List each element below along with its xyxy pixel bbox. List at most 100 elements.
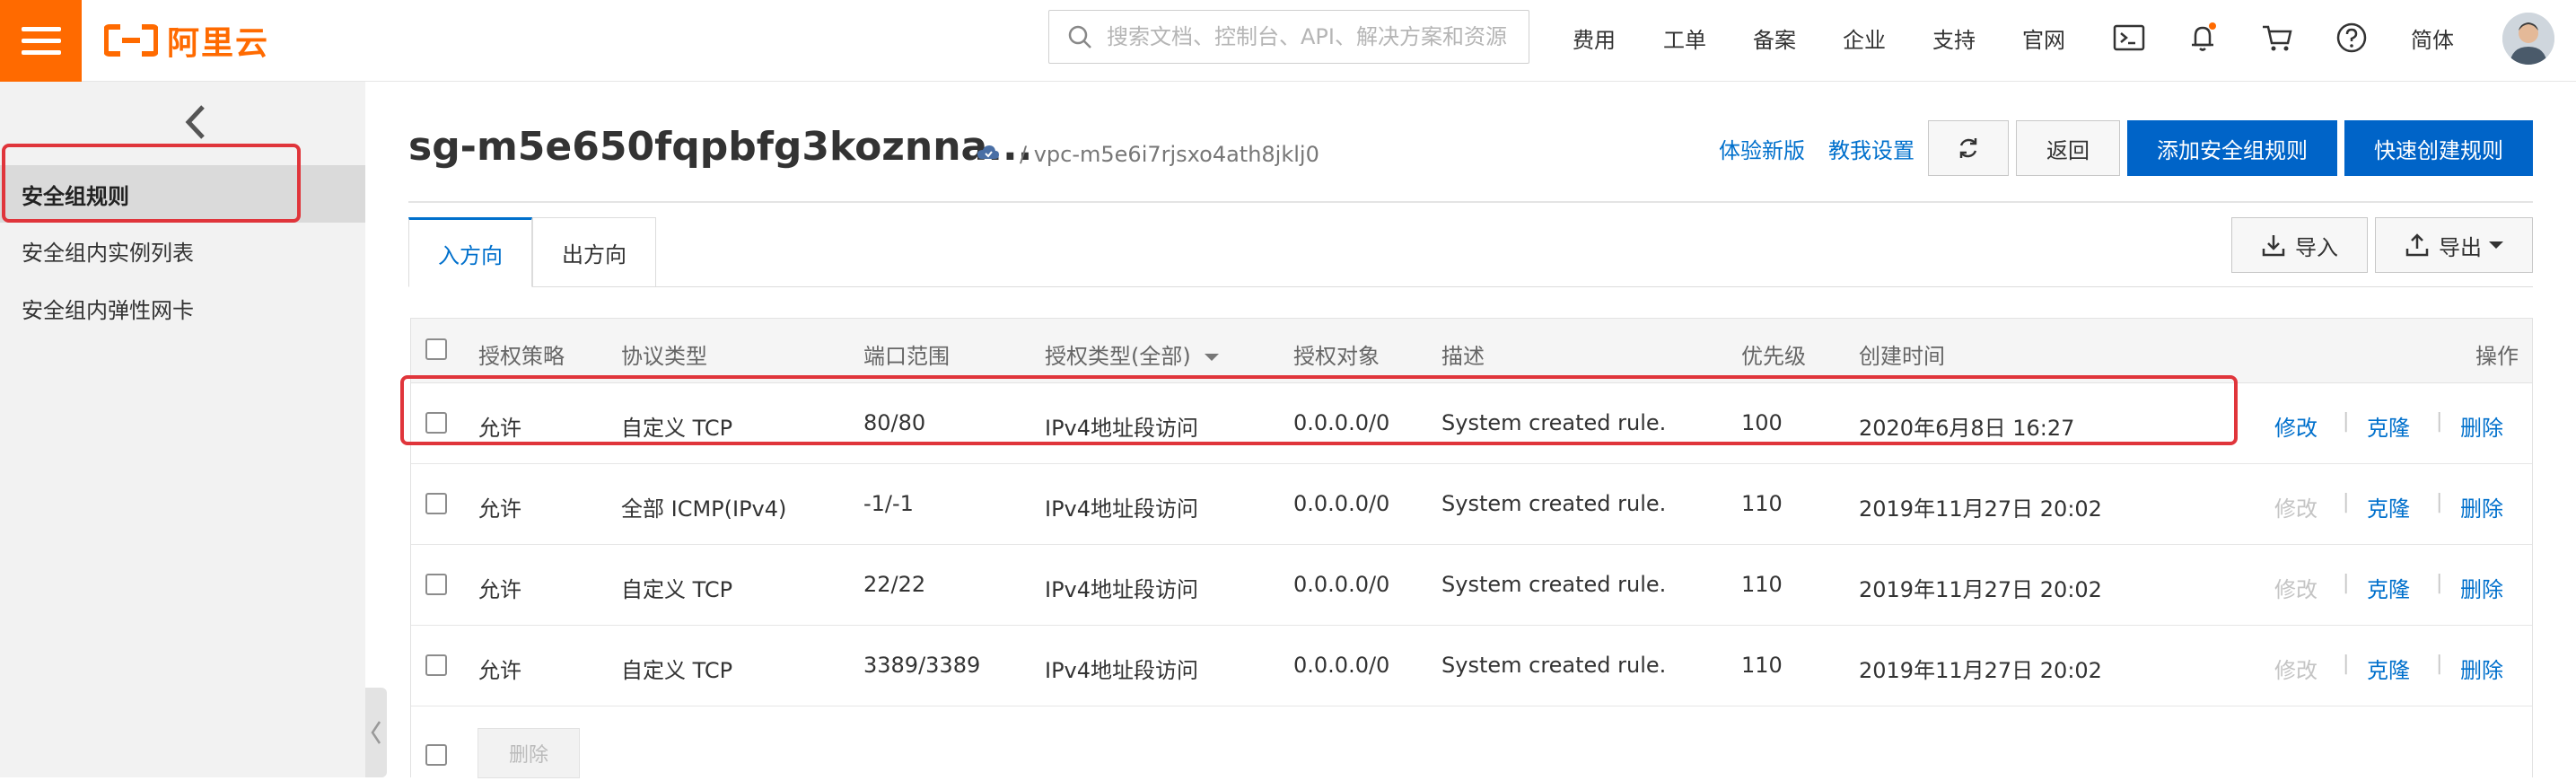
sidebar-item-label: 安全组内弹性网卡 (22, 297, 194, 323)
batch-delete-button: 删除 (478, 728, 580, 778)
col-desc: 描述 (1441, 344, 1485, 369)
op-separator: | (2436, 410, 2443, 433)
table-row: 允许 自定义 TCP 3389/3389 IPv4地址段访问 0.0.0.0/0… (411, 626, 2532, 706)
user-avatar-icon (2502, 13, 2554, 65)
back-button[interactable]: 返回 (2016, 120, 2120, 176)
cell-policy: 允许 (478, 496, 521, 522)
clone-button[interactable]: 克隆 (2367, 491, 2410, 522)
cell-target: 0.0.0.0/0 (1293, 572, 1390, 597)
cell-auth-type: IPv4地址段访问 (1045, 577, 1199, 602)
nav-icp[interactable]: 备案 (1753, 0, 1796, 75)
tab-inbound[interactable]: 入方向 (408, 217, 532, 287)
tab-baseline (408, 286, 2533, 287)
export-label: 导出 (2439, 234, 2482, 260)
top-bar: 阿里云 费用 工单 备案 企业 支持 官网 简体 (0, 0, 2576, 82)
row-checkbox[interactable] (425, 412, 447, 434)
import-label: 导入 (2295, 234, 2338, 260)
op-separator: | (2343, 572, 2350, 594)
export-dropdown[interactable]: 导出 (2375, 217, 2533, 273)
cell-policy: 允许 (478, 416, 521, 441)
col-policy: 授权策略 (478, 344, 565, 369)
delete-button[interactable]: 删除 (2460, 572, 2503, 603)
cell-port: -1/-1 (863, 491, 914, 516)
modify-button: 修改 (2274, 496, 2318, 522)
cell-policy: 允许 (478, 577, 521, 602)
modify-button[interactable]: 修改 (2274, 410, 2318, 442)
delete-button[interactable]: 删除 (2460, 410, 2503, 442)
cell-auth-type: IPv4地址段访问 (1045, 416, 1199, 441)
table-row: 允许 自定义 TCP 22/22 IPv4地址段访问 0.0.0.0/0 Sys… (411, 545, 2532, 626)
col-port: 端口范围 (863, 344, 950, 369)
select-all-checkbox[interactable] (425, 338, 447, 360)
cell-protocol: 自定义 TCP (621, 416, 733, 441)
refresh-icon (1959, 138, 1977, 158)
nav-tickets[interactable]: 工单 (1663, 0, 1706, 75)
footer-select-all-checkbox[interactable] (425, 744, 447, 766)
search-input[interactable] (1105, 23, 1518, 50)
nav-fees[interactable]: 费用 (1573, 0, 1616, 75)
tab-outbound[interactable]: 出方向 (532, 217, 656, 287)
col-auth-type-filter[interactable]: 授权类型(全部) (1045, 338, 1220, 370)
cell-auth-type: IPv4地址段访问 (1045, 496, 1199, 522)
avatar[interactable] (2502, 13, 2554, 65)
cell-created: 2019年11月27日 20:02 (1859, 496, 2102, 522)
op-separator: | (2436, 572, 2443, 594)
col-protocol: 协议类型 (621, 344, 707, 369)
terminal-icon[interactable] (2111, 20, 2147, 56)
search-icon (1068, 25, 1091, 48)
cell-priority: 110 (1741, 653, 1783, 678)
header-divider (408, 201, 2533, 203)
language-switch[interactable]: 简体 (2411, 0, 2454, 75)
menu-icon[interactable] (0, 0, 82, 82)
sidebar-toggle-handle[interactable] (365, 688, 387, 777)
sidebar-item-instance-list[interactable]: 安全组内实例列表 (0, 222, 365, 279)
add-rule-button[interactable]: 添加安全组规则 (2127, 120, 2337, 176)
help-icon[interactable] (2334, 20, 2370, 56)
table-header: 授权策略 协议类型 端口范围 授权类型(全部) 授权对象 描述 优先级 创建时间… (411, 319, 2532, 383)
row-checkbox[interactable] (425, 493, 447, 514)
delete-button[interactable]: 删除 (2460, 491, 2503, 522)
cell-desc: System created rule. (1441, 572, 1667, 597)
nav-official-site[interactable]: 官网 (2022, 0, 2065, 75)
cell-priority: 110 (1741, 491, 1783, 516)
clone-button[interactable]: 克隆 (2367, 653, 2410, 684)
cell-priority: 100 (1741, 410, 1783, 435)
sidebar-item-eni[interactable]: 安全组内弹性网卡 (0, 279, 365, 337)
try-new-version-link[interactable]: 体验新版 (1719, 133, 1805, 164)
sidebar: 安全组规则 安全组内实例列表 安全组内弹性网卡 (0, 82, 365, 777)
teach-me-link[interactable]: 教我设置 (1828, 133, 1914, 164)
cloud-icon[interactable] (977, 144, 1000, 162)
quick-create-button[interactable]: 快速创建规则 (2344, 120, 2533, 176)
bell-icon[interactable] (2185, 20, 2221, 56)
aliyun-logo[interactable]: 阿里云 (104, 18, 269, 63)
global-search[interactable] (1048, 10, 1529, 64)
caret-down-icon (2489, 241, 2503, 249)
nav-enterprise[interactable]: 企业 (1843, 0, 1886, 75)
row-checkbox[interactable] (425, 574, 447, 595)
clone-button[interactable]: 克隆 (2367, 572, 2410, 603)
page-title: sg-m5e650fqpbfg3koznna... (408, 124, 1033, 170)
op-separator: | (2436, 653, 2443, 675)
cell-port: 3389/3389 (863, 653, 981, 678)
op-separator: | (2343, 410, 2350, 433)
modify-button: 修改 (2274, 577, 2318, 602)
nav-support[interactable]: 支持 (1932, 0, 1976, 75)
refresh-button[interactable] (1928, 120, 2009, 176)
col-auth-type: 授权类型(全部) (1045, 344, 1191, 369)
chevron-left-icon[interactable] (178, 101, 214, 143)
vpc-id[interactable]: / vpc-m5e6i7rjsxo4ath8jklj0 (1020, 142, 1319, 167)
cell-protocol: 自定义 TCP (621, 658, 733, 683)
clone-button[interactable]: 克隆 (2367, 410, 2410, 442)
delete-button[interactable]: 删除 (2460, 653, 2503, 684)
op-separator: | (2343, 653, 2350, 675)
upload-icon (2405, 233, 2429, 257)
cart-icon[interactable] (2259, 20, 2295, 56)
sidebar-item-label: 安全组规则 (22, 183, 129, 209)
cell-target: 0.0.0.0/0 (1293, 653, 1390, 678)
row-checkbox[interactable] (425, 654, 447, 676)
sidebar-item-sg-rules[interactable]: 安全组规则 (0, 165, 365, 223)
cell-target: 0.0.0.0/0 (1293, 491, 1390, 516)
cell-policy: 允许 (478, 658, 521, 683)
import-button[interactable]: 导入 (2231, 217, 2368, 273)
cell-created: 2019年11月27日 20:02 (1859, 577, 2102, 602)
